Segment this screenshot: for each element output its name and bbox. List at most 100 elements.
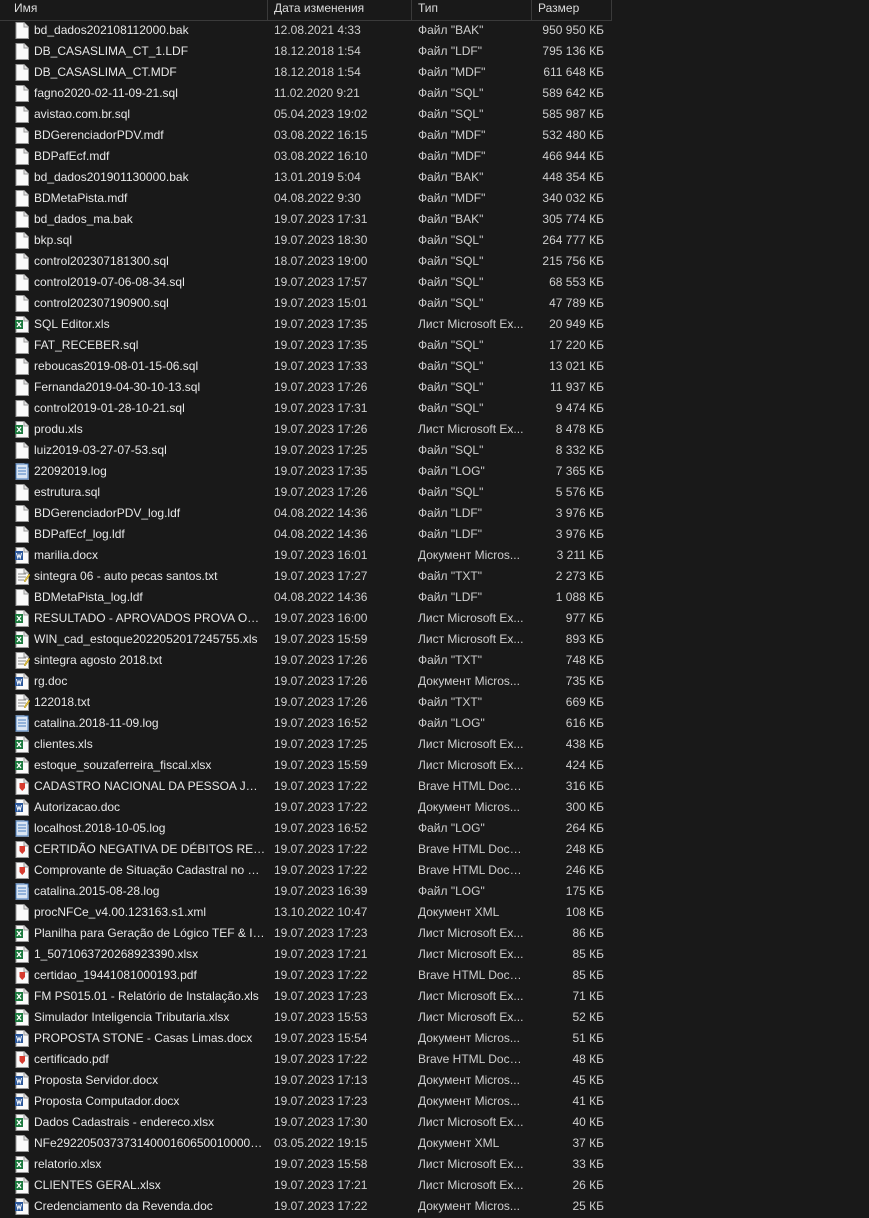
text-file-icon <box>15 694 30 711</box>
file-row[interactable]: CLIENTES GERAL.xlsx 19.07.2023 17:21 Лист … <box>0 1175 620 1196</box>
file-row[interactable]: 122018.txt 19.07.2023 17:26 Файл "TXT" 669 … <box>0 692 620 713</box>
file-date: 18.07.2023 19:00 <box>274 254 368 268</box>
file-row[interactable]: reboucas2019-08-01-15-06.sql 19.07.2023 1… <box>0 356 620 377</box>
file-row[interactable]: Fernanda2019-04-30-10-13.sql 19.07.2023 1… <box>0 377 620 398</box>
file-type: Лист Microsoft Ex... <box>418 632 524 646</box>
file-row[interactable]: catalina.2018-11-09.log 19.07.2023 16:52 Ф… <box>0 713 620 734</box>
file-row[interactable]: BDMetaPista.mdf 04.08.2022 9:30 Файл "MDF"… <box>0 188 620 209</box>
file-row[interactable]: FM PS015.01 - Relatório de Instalação.xl… <box>0 986 620 1007</box>
file-row[interactable]: avistao.com.br.sql 05.04.2023 19:02 Файл "… <box>0 104 620 125</box>
file-row[interactable]: control2019-07-06-08-34.sql 19.07.2023 17… <box>0 272 620 293</box>
file-row[interactable]: bd_dados201901130000.bak 13.01.2019 5:04 Ф… <box>0 167 620 188</box>
file-row[interactable]: Proposta Computador.docx 19.07.2023 17:23… <box>0 1091 620 1112</box>
text-file-icon <box>15 568 30 585</box>
file-row[interactable]: sintegra agosto 2018.txt 19.07.2023 17:26… <box>0 650 620 671</box>
file-size: 3 211 КБ <box>556 548 604 562</box>
file-date: 19.07.2023 17:23 <box>274 989 368 1003</box>
file-name: CLIENTES GERAL.xlsx <box>34 1178 161 1192</box>
file-row[interactable]: RESULTADO - APROVADOS PROVA OBJET... 19.0… <box>0 608 620 629</box>
file-size: 424 КБ <box>565 758 604 772</box>
file-row[interactable]: rg.doc 19.07.2023 17:26 Документ Micros...… <box>0 671 620 692</box>
file-date: 19.07.2023 16:52 <box>274 821 368 835</box>
column-name-header[interactable]: Имя <box>8 0 268 20</box>
file-row[interactable]: procNFCe_v4.00.123163.s1.xml 13.10.2022 1… <box>0 902 620 923</box>
file-row[interactable]: Comprovante de Situação Cadastral no C..… <box>0 860 620 881</box>
file-size: 45 КБ <box>572 1073 604 1087</box>
file-size: 448 354 КБ <box>542 170 604 184</box>
file-row[interactable]: BDPafEcf.mdf 03.08.2022 16:10 Файл "MDF" 46… <box>0 146 620 167</box>
file-date: 19.07.2023 15:01 <box>274 296 368 310</box>
file-row[interactable]: certidao_19441081000193.pdf 19.07.2023 17… <box>0 965 620 986</box>
file-date: 19.07.2023 17:33 <box>274 359 368 373</box>
file-date: 03.08.2022 16:15 <box>274 128 368 142</box>
file-date: 04.08.2022 14:36 <box>274 527 368 541</box>
file-size: 51 КБ <box>572 1031 604 1045</box>
file-row[interactable]: Planilha para Geração de Lógico TEF & In… <box>0 923 620 944</box>
file-row[interactable]: control202307181300.sql 18.07.2023 19:00 Ф… <box>0 251 620 272</box>
file-type: Файл "TXT" <box>418 695 483 709</box>
file-row[interactable]: SQL Editor.xls 19.07.2023 17:35 Лист Micro… <box>0 314 620 335</box>
file-row[interactable]: PROPOSTA STONE - Casas Limas.docx 19.07.2… <box>0 1028 620 1049</box>
file-row[interactable]: bd_dados202108112000.bak 12.08.2021 4:33 Ф… <box>0 20 620 41</box>
file-row[interactable]: bkp.sql 19.07.2023 18:30 Файл "SQL" 264 777… <box>0 230 620 251</box>
file-row[interactable]: NFe29220503737314000160650010000206... 03… <box>0 1133 620 1154</box>
file-row[interactable]: certificado.pdf 19.07.2023 17:22 Brave HTM… <box>0 1049 620 1070</box>
file-row[interactable]: Autorizacao.doc 19.07.2023 17:22 Документ … <box>0 797 620 818</box>
file-row[interactable]: fagno2020-02-11-09-21.sql 11.02.2020 9:21… <box>0 83 620 104</box>
file-date: 19.07.2023 17:35 <box>274 338 368 352</box>
pdf-file-icon <box>15 778 30 795</box>
file-date: 19.07.2023 17:21 <box>274 1178 368 1192</box>
file-type: Brave HTML Docu... <box>418 842 526 856</box>
file-type: Лист Microsoft Ex... <box>418 1010 524 1024</box>
excel-file-icon <box>15 421 30 438</box>
file-row[interactable]: FAT_RECEBER.sql 19.07.2023 17:35 Файл "SQL… <box>0 335 620 356</box>
file-row[interactable]: sintegra 06 - auto pecas santos.txt 19.07… <box>0 566 620 587</box>
file-row[interactable]: control202307190900.sql 19.07.2023 15:01 Ф… <box>0 293 620 314</box>
file-row[interactable]: BDGerenciadorPDV.mdf 03.08.2022 16:15 Файл… <box>0 125 620 146</box>
file-date: 19.07.2023 17:35 <box>274 464 368 478</box>
file-date: 19.07.2023 17:22 <box>274 800 368 814</box>
file-row[interactable]: clientes.xls 19.07.2023 17:25 Лист Microso… <box>0 734 620 755</box>
file-row[interactable]: BDGerenciadorPDV_log.ldf 04.08.2022 14:36… <box>0 503 620 524</box>
file-row[interactable]: DB_CASASLIMA_CT_1.LDF 18.12.2018 1:54 Файл… <box>0 41 620 62</box>
file-row[interactable]: 1_5071063720268923390.xlsx 19.07.2023 17:… <box>0 944 620 965</box>
file-row[interactable]: CADASTRO NACIONAL DA PESSOA JURÍ... 19.07… <box>0 776 620 797</box>
column-type-header[interactable]: Тип <box>412 0 532 20</box>
file-row[interactable]: luiz2019-03-27-07-53.sql 19.07.2023 17:25… <box>0 440 620 461</box>
column-header: Имя Дата изменения Тип Размер <box>0 0 612 21</box>
file-row[interactable]: Credenciamento da Revenda.doc 19.07.2023 … <box>0 1196 620 1217</box>
column-date-header[interactable]: Дата изменения <box>268 0 412 20</box>
file-row[interactable]: catalina.2015-08-28.log 19.07.2023 16:39 Ф… <box>0 881 620 902</box>
file-row[interactable]: BDMetaPista_log.ldf 04.08.2022 14:36 Файл … <box>0 587 620 608</box>
file-row[interactable]: Simulador Inteligencia Tributaria.xlsx 19… <box>0 1007 620 1028</box>
file-row[interactable]: relatorio.xlsx 19.07.2023 15:58 Лист Micro… <box>0 1154 620 1175</box>
file-row[interactable]: marilia.docx 19.07.2023 16:01 Документ Mic… <box>0 545 620 566</box>
file-type: Документ Micros... <box>418 1199 520 1213</box>
excel-file-icon <box>15 736 30 753</box>
file-row[interactable]: 22092019.log 19.07.2023 17:35 Файл "LOG" 7 … <box>0 461 620 482</box>
file-size: 795 136 КБ <box>542 44 604 58</box>
file-row[interactable]: DB_CASASLIMA_CT.MDF 18.12.2018 1:54 Файл "… <box>0 62 620 83</box>
file-size: 246 КБ <box>565 863 604 877</box>
file-row[interactable]: Dados Cadastrais - endereco.xlsx 19.07.20… <box>0 1112 620 1133</box>
file-type: Документ XML <box>418 1136 500 1150</box>
file-row[interactable]: control2019-01-28-10-21.sql 19.07.2023 17… <box>0 398 620 419</box>
file-row[interactable]: produ.xls 19.07.2023 17:26 Лист Microsoft … <box>0 419 620 440</box>
file-row[interactable]: localhost.2018-10-05.log 19.07.2023 16:52… <box>0 818 620 839</box>
file-icon <box>15 22 30 39</box>
file-name: rg.doc <box>34 674 68 688</box>
file-size: 3 976 КБ <box>555 527 604 541</box>
file-row[interactable]: Proposta Servidor.docx 19.07.2023 17:13 До… <box>0 1070 620 1091</box>
file-date: 04.08.2022 9:30 <box>274 191 361 205</box>
file-row[interactable]: CERTIDÃO NEGATIVA DE DÉBITOS RELATI... 19… <box>0 839 620 860</box>
file-row[interactable]: WIN_cad_estoque2022052017245755.xls 19.07… <box>0 629 620 650</box>
file-row[interactable]: estoque_souzaferreira_fiscal.xlsx 19.07.2… <box>0 755 620 776</box>
file-size: 316 КБ <box>565 779 604 793</box>
file-icon <box>15 337 30 354</box>
file-row[interactable]: BDPafEcf_log.ldf 04.08.2022 14:36 Файл "LD… <box>0 524 620 545</box>
file-row[interactable]: bd_dados_ma.bak 19.07.2023 17:31 Файл "BAK… <box>0 209 620 230</box>
column-size-header[interactable]: Размер <box>532 0 612 20</box>
word-file-icon <box>15 1093 30 1110</box>
file-type: Лист Microsoft Ex... <box>418 989 524 1003</box>
file-row[interactable]: estrutura.sql 19.07.2023 17:26 Файл "SQL" 5… <box>0 482 620 503</box>
